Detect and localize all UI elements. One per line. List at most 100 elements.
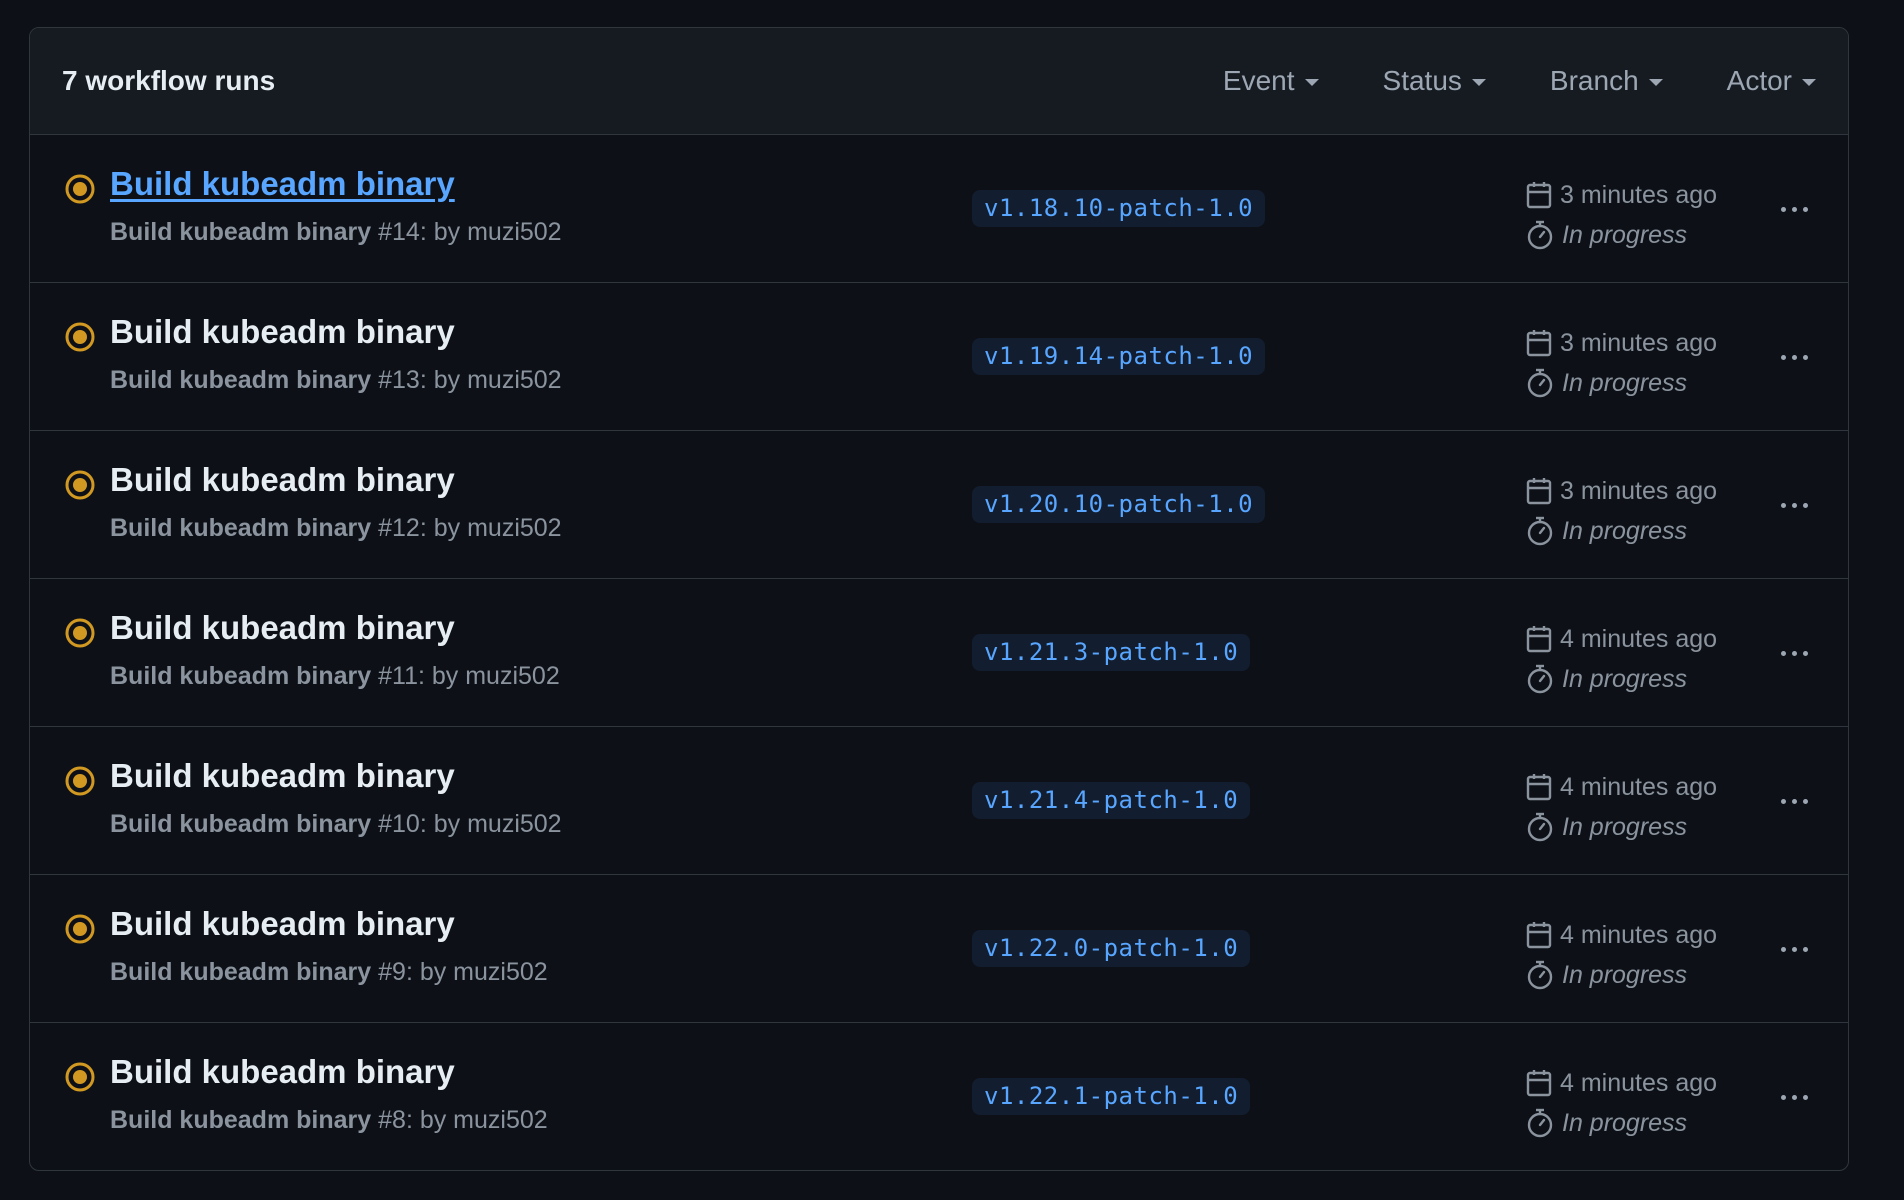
run-meta: Build kubeadm binary #9: by muzi502 [110,958,548,987]
workflow-run-row: Build kubeadm binary Build kubeadm binar… [30,431,1848,579]
event-filter-label: Event [1222,65,1295,96]
more-actions-button[interactable] [1774,1081,1814,1113]
stopwatch-icon [1527,516,1553,546]
calendar-icon [1526,626,1552,653]
branch-label[interactable]: v1.21.4-patch-1.0 [972,782,1251,819]
in-progress-icon [65,914,95,944]
stopwatch-icon [1527,664,1553,694]
runs-header: 7 workflow runs Event Status Branch Acto… [30,28,1848,135]
event-filter[interactable]: Event [1223,65,1319,97]
actor-filter[interactable]: Actor [1727,65,1816,97]
filter-bar: Event Status Branch Actor [1223,28,1816,134]
stopwatch-icon [1527,220,1553,250]
branch-label[interactable]: v1.22.1-patch-1.0 [972,1078,1251,1115]
run-workflow-name: Build kubeadm binary [110,218,372,246]
calendar-icon [1526,1070,1552,1097]
branch-filter[interactable]: Branch [1550,65,1663,97]
status-filter[interactable]: Status [1383,65,1486,97]
branch-label[interactable]: v1.18.10-patch-1.0 [972,190,1266,227]
dot [1802,946,1808,952]
run-number: #11 [378,662,418,690]
run-status-text: In progress [1562,960,1688,989]
run-title-link[interactable]: Build kubeadm binary [110,165,455,203]
more-actions-button[interactable] [1774,341,1814,373]
run-workflow-name: Build kubeadm binary [110,958,372,986]
workflow-run-row: Build kubeadm binary Build kubeadm binar… [30,135,1848,283]
run-actor: : by muzi502 [405,958,548,986]
branch-label[interactable]: v1.20.10-patch-1.0 [972,486,1266,523]
run-actor: : by muzi502 [419,810,562,838]
run-time: 4 minutes ago [1526,767,1746,807]
run-time: 4 minutes ago [1526,619,1746,659]
calendar-icon [1526,478,1552,505]
in-progress-icon [65,322,95,352]
run-status: In progress [1526,511,1746,551]
run-workflow-name: Build kubeadm binary [110,514,372,542]
run-status: In progress [1526,1103,1746,1143]
run-time-text: 3 minutes ago [1560,328,1718,357]
run-time: 3 minutes ago [1526,175,1746,215]
run-actor: : by muzi502 [405,1106,548,1134]
more-actions-button[interactable] [1774,489,1814,521]
more-actions-button[interactable] [1774,933,1814,965]
run-meta: Build kubeadm binary #8: by muzi502 [110,1106,548,1135]
run-workflow-name: Build kubeadm binary [110,366,372,394]
run-number: #9 [378,958,406,986]
caret-down-icon [1648,79,1663,86]
branch-filter-label: Branch [1549,65,1639,96]
run-workflow-name: Build kubeadm binary [110,1106,372,1134]
run-meta: Build kubeadm binary #14: by muzi502 [110,218,562,247]
run-time-text: 4 minutes ago [1560,920,1718,949]
stopwatch-icon [1527,368,1553,398]
workflow-run-row: Build kubeadm binary Build kubeadm binar… [30,875,1848,1023]
run-status-text: In progress [1562,1108,1688,1137]
in-progress-icon [65,470,95,500]
more-actions-button[interactable] [1774,637,1814,669]
dot [1780,354,1786,360]
run-title-link[interactable]: Build kubeadm binary [110,1053,455,1091]
more-actions-button[interactable] [1774,193,1814,225]
branch-label[interactable]: v1.19.14-patch-1.0 [972,338,1266,375]
dot [1780,206,1786,212]
dot [1802,798,1808,804]
run-timing: 4 minutes ago In progress [1526,619,1746,699]
run-workflow-name: Build kubeadm binary [110,662,372,690]
stopwatch-icon [1527,812,1553,842]
in-progress-icon [65,1062,95,1092]
run-status-text: In progress [1562,368,1688,397]
branch-label[interactable]: v1.22.0-patch-1.0 [972,930,1251,967]
run-title-link[interactable]: Build kubeadm binary [110,313,455,351]
dot [1791,946,1797,952]
run-actor: : by muzi502 [419,514,562,542]
run-time: 4 minutes ago [1526,1063,1746,1103]
calendar-icon [1526,922,1552,949]
dot [1780,502,1786,508]
status-filter-label: Status [1382,65,1462,96]
run-title-link[interactable]: Build kubeadm binary [110,905,455,943]
run-timing: 4 minutes ago In progress [1526,915,1746,995]
run-timing: 3 minutes ago In progress [1526,175,1746,255]
actor-filter-label: Actor [1726,65,1792,96]
run-time-text: 3 minutes ago [1560,180,1718,209]
dot [1791,798,1797,804]
run-number: #8 [378,1106,406,1134]
in-progress-icon [65,174,95,204]
workflow-run-row: Build kubeadm binary Build kubeadm binar… [30,579,1848,727]
dot [1791,1094,1797,1100]
run-number: #10 [378,810,420,838]
branch-label[interactable]: v1.21.3-patch-1.0 [972,634,1251,671]
stopwatch-icon [1527,960,1553,990]
run-title-link[interactable]: Build kubeadm binary [110,609,455,647]
run-meta: Build kubeadm binary #13: by muzi502 [110,366,562,395]
dot [1802,650,1808,656]
dot [1791,650,1797,656]
run-title-link[interactable]: Build kubeadm binary [110,461,455,499]
run-title-link[interactable]: Build kubeadm binary [110,757,455,795]
stopwatch-icon [1527,1108,1553,1138]
run-time-text: 4 minutes ago [1560,772,1718,801]
more-actions-button[interactable] [1774,785,1814,817]
run-timing: 3 minutes ago In progress [1526,323,1746,403]
workflow-runs-panel: 7 workflow runs Event Status Branch Acto… [29,27,1849,1171]
run-status-text: In progress [1562,516,1688,545]
dot [1802,354,1808,360]
